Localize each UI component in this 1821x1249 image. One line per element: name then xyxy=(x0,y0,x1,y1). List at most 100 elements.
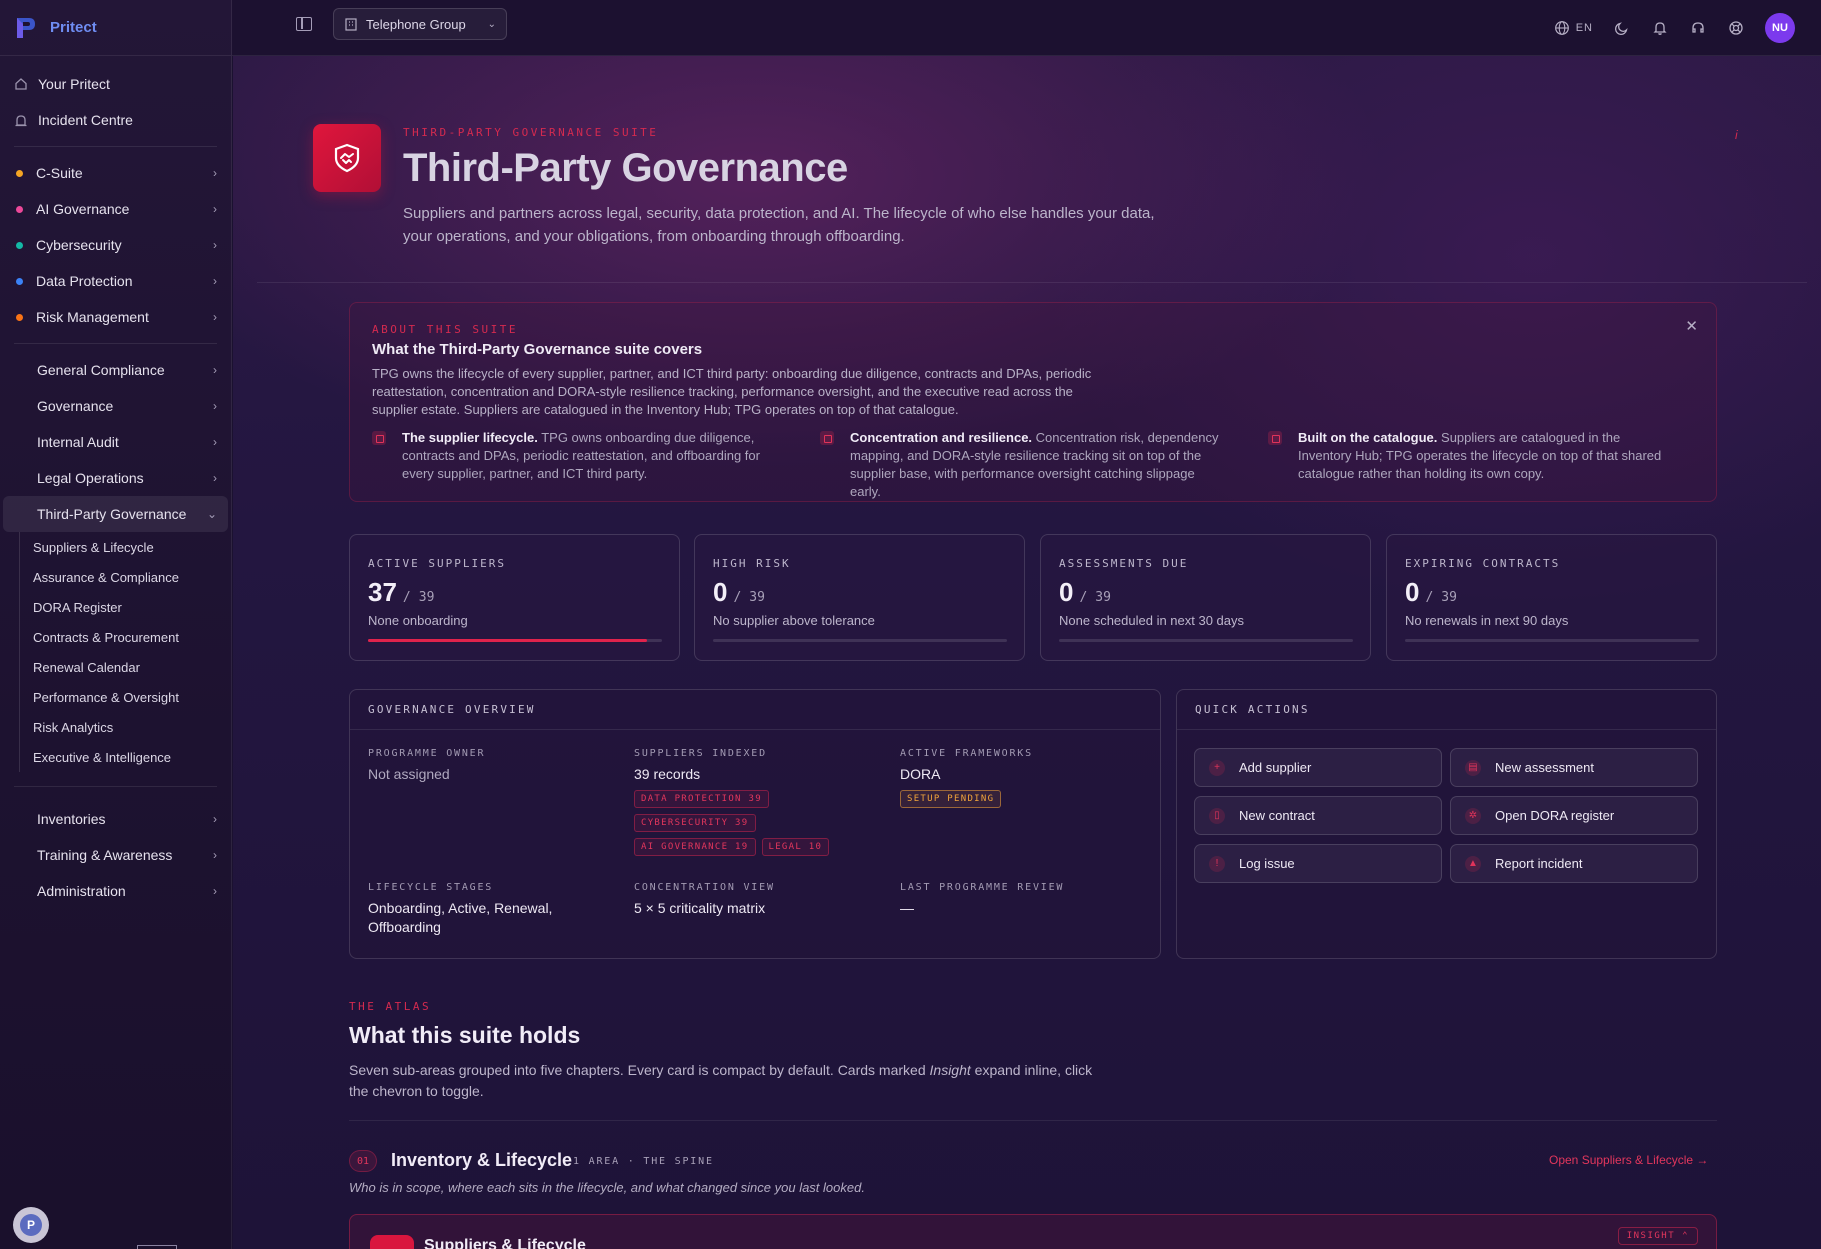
chevron-right-icon: › xyxy=(213,884,217,898)
about-eyebrow: ABOUT THIS SUITE xyxy=(372,323,518,336)
theme-toggle-button[interactable] xyxy=(1613,19,1631,37)
atlas-divider xyxy=(349,1120,1717,1121)
sidebar-item-third-party-governance[interactable]: Third-Party Governance ⌄ xyxy=(3,496,228,532)
button-label: New assessment xyxy=(1495,760,1594,775)
sidebar-item-label: C-Suite xyxy=(36,165,83,181)
stat-progress-bar xyxy=(368,639,662,642)
chevron-right-icon: › xyxy=(213,471,217,485)
tag-ai-governance[interactable]: AI GOVERNANCE 19 xyxy=(634,838,756,856)
sidebar-item-governance[interactable]: Governance › xyxy=(0,388,231,424)
sidebar-item-general-compliance[interactable]: General Compliance › xyxy=(0,352,231,388)
stat-progress-bar xyxy=(1059,639,1353,642)
insight-toggle[interactable]: INSIGHT ⌃ xyxy=(1617,1227,1698,1245)
tag-legal[interactable]: LEGAL 10 xyxy=(761,838,830,856)
stat-card-assessments-due[interactable]: ASSESSMENTS DUE 0/39 None scheduled in n… xyxy=(1040,534,1371,661)
open-suppliers-lifecycle-link[interactable]: Open Suppliers & Lifecycle → xyxy=(1549,1153,1708,1167)
sidebar-item-internal-audit[interactable]: Internal Audit › xyxy=(0,424,231,460)
support-button[interactable] xyxy=(1689,19,1707,37)
chapter-number: 01 xyxy=(349,1150,377,1172)
stat-value: 0/39 xyxy=(1405,577,1457,607)
new-contract-button[interactable]: ▯ New contract xyxy=(1194,796,1442,835)
sidebar-item-label: AI Governance xyxy=(36,201,130,217)
language-code: EN xyxy=(1575,22,1593,34)
chevron-right-icon: › xyxy=(213,363,217,377)
add-supplier-button[interactable]: + Add supplier xyxy=(1194,748,1442,787)
sidebar-subnav: Suppliers & Lifecycle Assurance & Compli… xyxy=(19,532,231,772)
stat-card-high-risk[interactable]: HIGH RISK 0/39 No supplier above toleran… xyxy=(694,534,1025,661)
button-label: New contract xyxy=(1239,808,1315,823)
pulse-icon xyxy=(820,431,834,445)
sidebar-item-inventories[interactable]: Inventories › xyxy=(0,801,231,837)
sidebar-subitem-contracts-procurement[interactable]: Contracts & Procurement xyxy=(33,622,231,652)
sidebar-item-data-protection[interactable]: Data Protection › xyxy=(0,263,231,299)
sidebar-toggle-icon[interactable] xyxy=(296,17,312,31)
pritect-logo-icon xyxy=(17,17,35,38)
sidebar-item-c-suite[interactable]: C-Suite › xyxy=(0,155,231,191)
new-assessment-button[interactable]: ▤ New assessment xyxy=(1450,748,1698,787)
sidebar-item-training-awareness[interactable]: Training & Awareness › xyxy=(0,837,231,873)
chevron-right-icon: › xyxy=(213,310,217,324)
atlas-title: What this suite holds xyxy=(349,1022,581,1048)
user-avatar[interactable]: NU xyxy=(1765,13,1795,43)
tag-list: SETUP PENDING xyxy=(900,790,1100,808)
sidebar-item-label: General Compliance xyxy=(37,362,165,378)
sidebar-item-risk-management[interactable]: Risk Management › xyxy=(0,299,231,335)
sidebar-subitem-renewal-calendar[interactable]: Renewal Calendar xyxy=(33,652,231,682)
warning-icon: ▲ xyxy=(1465,855,1481,872)
sidebar-subitem-suppliers-lifecycle[interactable]: Suppliers & Lifecycle xyxy=(33,532,231,562)
sidebar-subitem-performance-oversight[interactable]: Performance & Oversight xyxy=(33,682,231,712)
tag-data-protection[interactable]: DATA PROTECTION 39 xyxy=(634,790,769,808)
notifications-button[interactable] xyxy=(1651,19,1669,37)
sidebar-item-label: Legal Operations xyxy=(37,470,144,486)
stat-label: ACTIVE SUPPLIERS xyxy=(368,557,506,570)
help-assistant-button[interactable]: P xyxy=(13,1207,49,1243)
open-dora-register-button[interactable]: ✲ Open DORA register xyxy=(1450,796,1698,835)
language-switcher[interactable]: EN xyxy=(1554,20,1593,36)
about-column-heading: Built on the catalogue. xyxy=(1298,430,1438,445)
field-value: Not assigned xyxy=(368,766,450,782)
stat-card-active-suppliers[interactable]: ACTIVE SUPPLIERS 37/39 None onboarding xyxy=(349,534,680,661)
settings-button[interactable] xyxy=(1727,19,1745,37)
panel-title: QUICK ACTIONS xyxy=(1177,690,1716,730)
stat-value: 0/39 xyxy=(713,577,765,607)
tag-cybersecurity[interactable]: CYBERSECURITY 39 xyxy=(634,814,756,832)
brand[interactable]: Pritect xyxy=(0,0,231,56)
stat-progress-bar xyxy=(1405,639,1699,642)
sidebar-item-administration[interactable]: Administration › xyxy=(0,873,231,909)
stat-card-expiring-contracts[interactable]: EXPIRING CONTRACTS 0/39 No renewals in n… xyxy=(1386,534,1717,661)
sidebar-subitem-dora-register[interactable]: DORA Register xyxy=(33,592,231,622)
sidebar-subitem-executive-intelligence[interactable]: Executive & Intelligence xyxy=(33,742,231,772)
report-incident-button[interactable]: ▲ Report incident xyxy=(1450,844,1698,883)
log-issue-button[interactable]: ! Log issue xyxy=(1194,844,1442,883)
catalogue-icon xyxy=(1268,431,1282,445)
sidebar-item-legal-operations[interactable]: Legal Operations › xyxy=(0,460,231,496)
info-icon[interactable]: i xyxy=(1735,128,1738,142)
sidebar-subitem-risk-analytics[interactable]: Risk Analytics xyxy=(33,712,231,742)
field-last-review: LAST PROGRAMME REVIEW — xyxy=(900,882,1064,918)
sidebar-item-label: Your Pritect xyxy=(38,76,110,92)
field-label: LIFECYCLE STAGES xyxy=(368,882,494,893)
hero-eyebrow: THIRD-PARTY GOVERNANCE SUITE xyxy=(403,126,659,139)
atlas-subtitle: Seven sub-areas grouped into five chapte… xyxy=(349,1062,1093,1099)
org-switcher[interactable]: Telephone Group ⌄ xyxy=(333,8,507,40)
lifecycle-icon xyxy=(372,431,386,445)
sidebar-item-cybersecurity[interactable]: Cybersecurity › xyxy=(0,227,231,263)
moon-icon xyxy=(1614,22,1628,36)
sidebar-item-your-pritect[interactable]: Your Pritect xyxy=(0,66,231,102)
stat-note: No supplier above tolerance xyxy=(713,613,875,628)
sidebar-resize-handle[interactable] xyxy=(137,1245,177,1249)
sidebar-item-ai-governance[interactable]: AI Governance › xyxy=(0,191,231,227)
close-icon[interactable]: ✕ xyxy=(1685,317,1698,335)
stat-value: 0/39 xyxy=(1059,577,1111,607)
atlas-card-suppliers-lifecycle[interactable]: Suppliers & Lifecycle INSIGHT ⌃ xyxy=(349,1214,1717,1249)
sidebar-item-incident-centre[interactable]: Incident Centre xyxy=(0,102,231,138)
about-column-resilience: Concentration and resilience. Concentrat… xyxy=(820,429,1220,501)
sidebar-subitem-assurance-compliance[interactable]: Assurance & Compliance xyxy=(33,562,231,592)
brand-name: Pritect xyxy=(50,19,97,36)
assistant-logo-icon: P xyxy=(20,1214,42,1236)
field-suppliers-indexed: SUPPLIERS INDEXED 39 records DATA PROTEC… xyxy=(634,748,834,856)
stat-total: 39 xyxy=(1095,590,1111,605)
field-label: SUPPLIERS INDEXED xyxy=(634,748,767,759)
stat-total: 39 xyxy=(418,590,435,605)
chevron-right-icon: › xyxy=(213,274,217,288)
